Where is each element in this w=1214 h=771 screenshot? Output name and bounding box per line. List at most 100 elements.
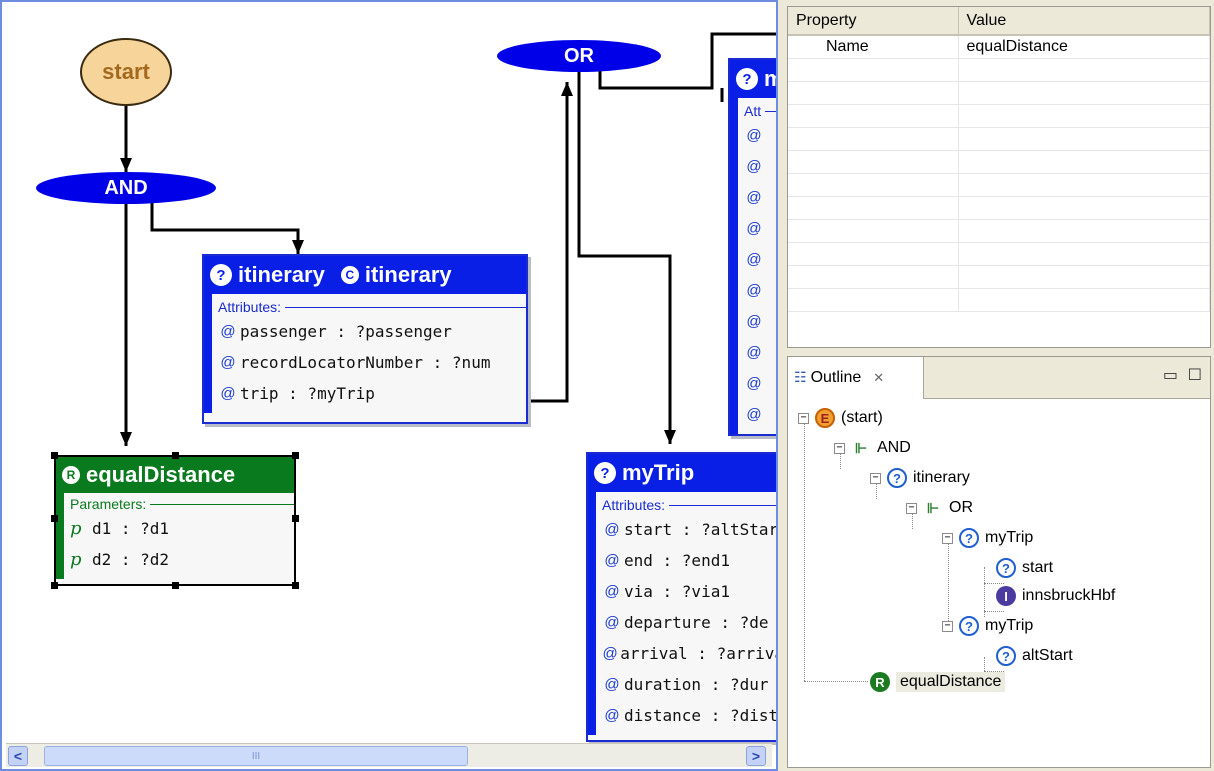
attribute-row[interactable]: @ end : ?end1 [602,545,776,576]
table-row[interactable]: Name equalDistance [788,35,1210,59]
attribute-row[interactable]: @ recordLocatorNumber : ?num [218,347,526,378]
start-node[interactable]: start [80,38,172,106]
attribute-row[interactable]: @ [744,151,776,182]
partial-box-header: ? m [730,60,776,98]
parameter-row[interactable]: p d2 : ?d2 [70,544,294,575]
collapse-toggle[interactable]: − [870,472,881,484]
attribute-row[interactable]: @ [744,337,776,368]
value-column-header[interactable]: Value [958,7,1210,36]
attributes-section-label: Att [744,102,776,120]
attribute-row[interactable]: @ [744,368,776,399]
equal-distance-body: Parameters: p d1 : ?d1 p d2 : ?d2 [56,493,294,579]
scroll-left-button[interactable]: < [8,746,28,766]
attribute-row[interactable]: @ distance : ?dist [602,700,776,731]
tree-node-itinerary[interactable]: − ? itinerary [870,465,970,491]
tree-node-innsbruck[interactable]: I innsbruckHbf [996,583,1115,609]
resize-handle[interactable] [172,582,179,589]
attributes-section-label: Attributes: [218,298,526,316]
collapse-toggle[interactable]: − [798,412,809,424]
tree-node-and[interactable]: − ⊩ AND [834,435,911,461]
minimize-icon[interactable]: ▭ [1163,365,1178,384]
resize-handle[interactable] [51,515,58,522]
collapse-toggle[interactable]: − [906,502,917,514]
resize-handle[interactable] [292,515,299,522]
attribute-icon: @ [746,282,762,299]
attribute-row[interactable]: @ start : ?altStar [602,514,776,545]
attribute-icon: @ [604,552,620,569]
maximize-icon[interactable]: ☐ [1188,365,1202,384]
close-icon[interactable]: ✕ [873,370,884,386]
tree-node-altstart[interactable]: ? altStart [996,643,1073,669]
attribute-row[interactable]: @ [744,213,776,244]
resize-handle[interactable] [292,582,299,589]
attribute-row[interactable]: @ departure : ?de [602,607,776,638]
property-value-cell[interactable]: equalDistance [958,35,1210,59]
attribute-icon: @ [220,385,236,402]
itinerary-title: itinerary [238,262,325,287]
horizontal-scrollbar[interactable]: < III > [6,743,772,767]
collapse-toggle[interactable]: − [942,532,953,544]
attribute-row[interactable]: @ [744,244,776,275]
diagram-canvas[interactable]: start AND OR ? itinerary C itinerary Att… [0,0,778,771]
attribute-row[interactable]: @ trip : ?myTrip [218,378,526,409]
tree-node-mytrip[interactable]: − ? myTrip [942,525,1033,551]
tree-node-start[interactable]: − E (start) [798,405,883,431]
and-node[interactable]: AND [36,172,216,204]
instance-icon: I [996,586,1016,606]
partial-box[interactable]: ? m Att @ @ @ @ @ @ @ @ @ @ [728,58,776,436]
resize-handle[interactable] [51,582,58,589]
outline-tab-bar: ☷ Outline ✕ ▭ ☐ [788,357,1210,399]
mytrip-box[interactable]: ? myTrip Attributes: @ start : ?altStar @… [586,452,777,742]
attribute-icon: @ [746,251,762,268]
attribute-icon: @ [746,127,762,144]
resize-handle[interactable] [51,452,58,459]
partial-box-body: Att @ @ @ @ @ @ @ @ @ @ [730,98,776,434]
attribute-row[interactable]: @ via : ?via1 [602,576,776,607]
concept-icon: C [340,266,359,284]
edge-itinerary-or [530,82,569,403]
or-node[interactable]: OR [497,40,661,72]
attribute-row[interactable]: @ [744,120,776,151]
property-column-header[interactable]: Property [788,7,959,36]
query-icon: ? [210,264,232,286]
parameter-row[interactable]: p d1 : ?d1 [70,513,294,544]
query-icon: ? [996,558,1016,578]
resize-handle[interactable] [292,452,299,459]
rule-icon: R [870,672,890,692]
scroll-thumb[interactable]: III [44,746,468,766]
attribute-row[interactable]: @ [744,275,776,306]
attribute-row[interactable]: @ arrival : ?arriva [602,638,777,669]
tree-node-equal-distance[interactable]: R equalDistance [870,669,1006,695]
itinerary-box-header: ? itinerary C itinerary [204,256,526,294]
mytrip-body: Attributes: @ start : ?altStar @ end : ?en… [588,492,777,735]
outline-icon: ☷ [794,370,807,386]
property-name-cell: Name [788,35,959,59]
attribute-icon: @ [746,344,762,361]
attribute-row[interactable]: @ [744,399,776,430]
query-icon: ? [887,468,907,488]
attribute-row[interactable]: @ passenger : ?passenger [218,316,526,347]
collapse-toggle[interactable]: − [942,620,953,632]
attribute-row[interactable]: @ [744,306,776,337]
resize-handle[interactable] [172,452,179,459]
tab-outline[interactable]: ☷ Outline ✕ [788,357,924,399]
itinerary-box[interactable]: ? itinerary C itinerary Attributes: @ pas… [202,254,528,424]
attribute-icon: @ [220,354,236,371]
scroll-right-button[interactable]: > [746,746,766,766]
attribute-icon: @ [746,406,762,423]
attribute-icon: @ [604,676,620,693]
attribute-row[interactable]: @ duration : ?dur [602,669,776,700]
equal-distance-box[interactable]: R equalDistance Parameters: p d1 : ?d1 pd… [51,452,299,589]
attribute-icon: @ [604,583,620,600]
tree-node-or[interactable]: − ⊩ OR [906,495,973,521]
collapse-toggle[interactable]: − [834,442,845,454]
attribute-icon: @ [604,707,620,724]
edge-or-mytrip [577,72,672,444]
tree-node-mytrip[interactable]: − ? myTrip [942,613,1033,639]
tree-node-start-attr[interactable]: ? start [996,555,1053,581]
attribute-row[interactable]: @ [744,182,776,213]
properties-table[interactable]: Property Value Name equalDistance [787,6,1211,348]
attributes-section-label: Attributes: [602,496,776,514]
attribute-icon: @ [604,521,620,538]
query-icon: ? [736,68,758,90]
